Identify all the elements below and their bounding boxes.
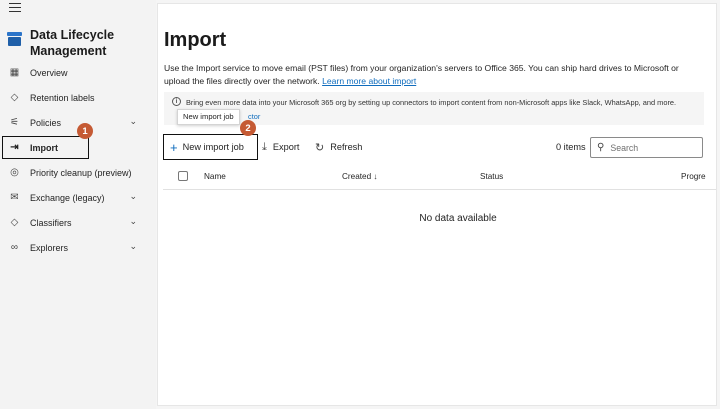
search-input[interactable]: ⚲ Search xyxy=(590,137,703,158)
export-label: Export xyxy=(272,142,300,152)
tag-icon: ◇ xyxy=(10,217,19,228)
search-placeholder: Search xyxy=(610,142,639,153)
sidebar-item-priority-cleanup[interactable]: ◎ Priority cleanup (preview) xyxy=(0,160,156,185)
toolbar: + New import job ⤓ Export ↻ Refresh 0 it… xyxy=(158,134,716,162)
column-header-status[interactable]: Status xyxy=(480,172,503,181)
overview-icon: ▦ xyxy=(9,67,20,78)
sidebar-item-classifiers[interactable]: ◇ Classifiers ⌄ xyxy=(0,210,156,235)
sidebar-item-overview[interactable]: ▦ Overview xyxy=(0,60,156,85)
chevron-down-icon[interactable]: ⌄ xyxy=(129,191,137,202)
sidebar-item-label: Exchange (legacy) xyxy=(30,192,105,203)
main-panel: Import Use the Import service to move em… xyxy=(157,3,717,406)
search-icon: ⚲ xyxy=(597,142,605,153)
tag-icon: ◇ xyxy=(10,92,19,103)
step-badge-1: 1 xyxy=(77,123,93,139)
archive-box-icon xyxy=(7,31,22,46)
refresh-label: Refresh xyxy=(330,142,363,152)
sidebar-item-label: Classifiers xyxy=(30,217,72,228)
sidebar-item-explorers[interactable]: ∞ Explorers ⌄ xyxy=(0,235,156,260)
cleanup-icon: ◎ xyxy=(10,167,19,178)
download-icon: ⤓ xyxy=(262,140,267,153)
description-text: Use the Import service to move email (PS… xyxy=(164,63,679,86)
sidebar: Data Lifecycle Management ▦ Overview ◇ R… xyxy=(0,0,156,409)
sidebar-item-retention-labels[interactable]: ◇ Retention labels xyxy=(0,85,156,110)
info-icon: i xyxy=(172,97,181,106)
page-description: Use the Import service to move email (PS… xyxy=(164,62,704,87)
sidebar-nav: ▦ Overview ◇ Retention labels ⚟ Policies… xyxy=(0,60,156,260)
info-banner-text: Bring even more data into your Microsoft… xyxy=(186,98,677,107)
column-header-created[interactable]: Created ↓ xyxy=(342,172,378,181)
empty-state-text: No data available xyxy=(419,213,497,224)
chevron-down-icon[interactable]: ⌄ xyxy=(129,216,137,227)
plus-icon: + xyxy=(170,139,178,155)
page-title: Import xyxy=(164,29,227,51)
import-highlight-frame xyxy=(2,136,89,159)
sidebar-item-label: Policies xyxy=(30,117,62,128)
new-import-job-label: New import job xyxy=(182,142,244,152)
sidebar-item-label: Priority cleanup (preview) xyxy=(30,167,132,178)
sidebar-item-label: Explorers xyxy=(30,242,69,253)
refresh-button[interactable]: ↻ Refresh xyxy=(315,134,362,160)
column-header-name[interactable]: Name xyxy=(204,172,226,181)
new-import-job-button[interactable]: + New import job xyxy=(163,134,258,160)
refresh-icon: ↻ xyxy=(315,141,325,154)
learn-more-link[interactable]: Learn more about import xyxy=(322,76,416,86)
glasses-icon: ∞ xyxy=(10,242,19,253)
app-name: Data Lifecycle Management xyxy=(30,28,115,58)
sidebar-item-label: Retention labels xyxy=(30,92,95,103)
select-all-checkbox[interactable] xyxy=(178,171,188,181)
sliders-icon: ⚟ xyxy=(10,117,19,128)
table-header: Name Created ↓ Status Progre xyxy=(163,164,716,190)
mail-icon: ✉ xyxy=(10,192,19,203)
sidebar-item-label: Overview xyxy=(30,67,68,78)
chevron-down-icon[interactable]: ⌄ xyxy=(129,241,137,252)
column-header-progress[interactable]: Progre xyxy=(681,172,706,181)
export-button[interactable]: ⤓ Export xyxy=(262,134,299,160)
sidebar-item-exchange-legacy[interactable]: ✉ Exchange (legacy) ⌄ xyxy=(0,185,156,210)
chevron-down-icon[interactable]: ⌄ xyxy=(129,116,137,127)
sort-descending-icon: ↓ xyxy=(373,172,378,181)
items-count: 0 items xyxy=(556,142,586,152)
app-title: Data Lifecycle Management xyxy=(7,27,140,59)
step-badge-2: 2 xyxy=(240,120,256,136)
hamburger-menu-icon[interactable] xyxy=(9,3,21,12)
new-import-job-tooltip: New import job xyxy=(177,109,240,125)
column-header-created-label: Created xyxy=(342,172,372,181)
